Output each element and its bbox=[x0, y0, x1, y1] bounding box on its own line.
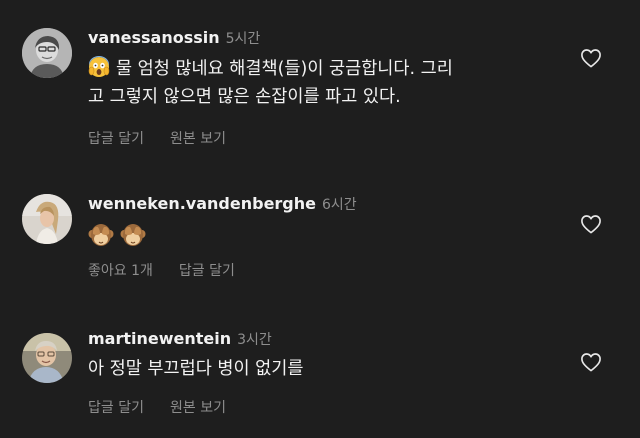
avatar[interactable] bbox=[22, 194, 72, 244]
avatar[interactable] bbox=[22, 333, 72, 383]
comment-3: martinewentein 3시간 아 정말 부끄럽다 병이 없기를 답글 달기… bbox=[0, 300, 640, 438]
comment-text-line-1: 아 정말 부끄럽다 병이 없기를 bbox=[88, 359, 304, 379]
timestamp: 5시간 bbox=[225, 31, 261, 47]
like-heart-icon[interactable] bbox=[580, 48, 602, 68]
timestamp: 6시간 bbox=[322, 197, 357, 213]
timestamp: 3시간 bbox=[237, 332, 272, 348]
username[interactable]: martinewentein bbox=[88, 329, 231, 348]
comment-text-line-2: 고 그렇지 않으면 많은 손잡이를 파고 있다. bbox=[88, 87, 401, 107]
comment-text: 물 엄청 많네요 해결책(들)이 궁금합니다. 그리 고 그렇지 않으면 많은 … bbox=[88, 55, 570, 111]
see-original-button[interactable]: 원본 보기 bbox=[170, 397, 226, 419]
comment-text: 아 정말 부끄럽다 병이 없기를 bbox=[88, 355, 570, 383]
like-heart-icon[interactable] bbox=[580, 214, 602, 234]
reply-button[interactable]: 답글 달기 bbox=[179, 260, 235, 282]
reply-button[interactable]: 답글 달기 bbox=[88, 128, 144, 150]
see-no-evil-monkey-emoji-icon bbox=[120, 222, 146, 248]
likes-count[interactable]: 좋아요 1개 bbox=[88, 260, 153, 282]
see-original-button[interactable]: 원본 보기 bbox=[170, 128, 226, 150]
comment-text-line-1: 물 엄청 많네요 해결책(들)이 궁금합니다. 그리 bbox=[116, 59, 453, 79]
avatar[interactable] bbox=[22, 28, 72, 78]
username[interactable]: vanessanossin bbox=[88, 28, 220, 47]
like-heart-icon[interactable] bbox=[580, 352, 602, 372]
comment-text bbox=[88, 222, 570, 250]
scrollbar[interactable] bbox=[635, 0, 638, 438]
screaming-face-emoji-icon bbox=[88, 56, 110, 78]
see-no-evil-monkey-emoji-icon bbox=[88, 222, 114, 248]
comment-1: vanessanossin 5시간 물 엄청 많네요 해결책(들)이 궁금합니다.… bbox=[0, 0, 640, 150]
username[interactable]: wenneken.vandenberghe bbox=[88, 194, 316, 213]
reply-button[interactable]: 답글 달기 bbox=[88, 397, 144, 419]
comment-2: wenneken.vandenberghe 6시간 좋아요 1개 답글 달기 bbox=[0, 150, 640, 300]
